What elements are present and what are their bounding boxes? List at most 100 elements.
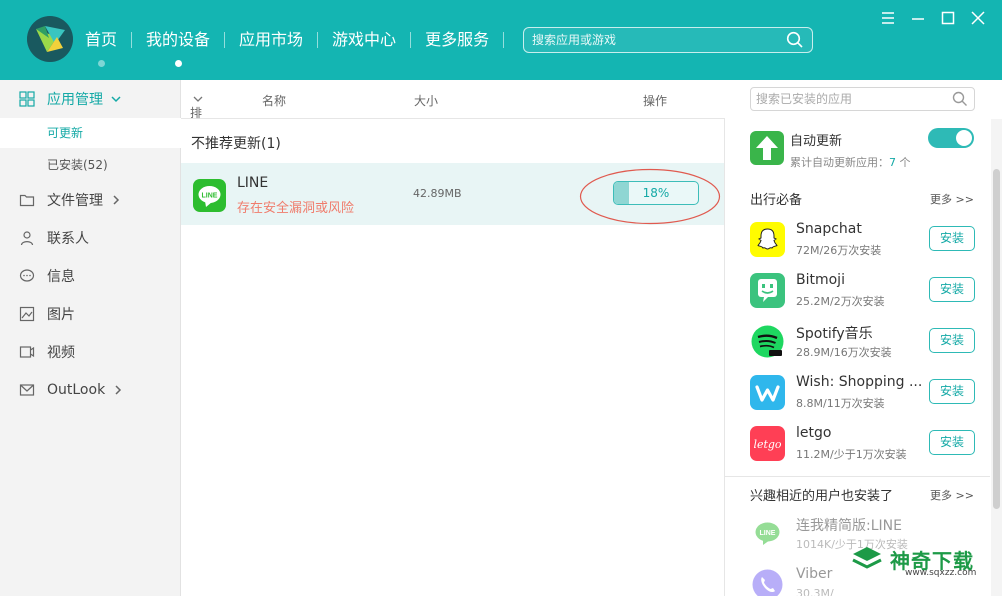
nav-divider — [410, 32, 412, 48]
global-search-input[interactable] — [532, 31, 782, 49]
installed-search-box — [750, 87, 975, 111]
auto-update-toggle[interactable] — [928, 128, 974, 148]
nav-divider — [131, 32, 133, 48]
app-meta: 72M/26万次安装 — [796, 244, 882, 257]
video-icon — [19, 346, 35, 358]
app-meta: 30.3M/ — [796, 587, 834, 596]
app-name: LINE — [237, 175, 269, 191]
auto-update-prefix: 累计自动更新应用： — [790, 156, 889, 169]
app-name[interactable]: Spotify音乐 — [796, 323, 921, 343]
toggle-knob — [956, 130, 972, 146]
svg-text:LINE: LINE — [202, 193, 218, 200]
sidebar-item-label: 信息 — [47, 269, 75, 285]
sidebar-sub-label: 已安装(52) — [47, 158, 108, 172]
menu-icon[interactable] — [880, 10, 896, 26]
maximize-icon[interactable] — [940, 10, 956, 26]
list-item: Snapchat 72M/26万次安装 安装 — [725, 221, 990, 273]
bitmoji-icon — [750, 273, 785, 308]
app-meta: 28.9M/16万次安装 — [796, 346, 892, 359]
auto-update-count: 7 — [889, 156, 896, 169]
list-item: letgo letgo 11.2M/少于1万次安装 安装 — [725, 425, 990, 477]
app-meta: 25.2M/2万次安装 — [796, 295, 885, 308]
sidebar-item-file-manage[interactable]: 文件管理 — [0, 185, 181, 215]
panel-scrollbar[interactable] — [991, 119, 1002, 596]
group-title: 不推荐更新(1) — [191, 136, 281, 152]
sidebar-item-label: OutLook — [47, 382, 106, 398]
sidebar-sub-label: 可更新 — [47, 126, 84, 140]
svg-text:LINE: LINE — [760, 530, 776, 537]
list-item: Wish: Shopping ... 8.8M/11万次安装 安装 — [725, 374, 990, 426]
install-button[interactable]: 安装 — [929, 430, 975, 455]
sidebar-item-app-manage[interactable]: 应用管理 — [0, 84, 181, 114]
section-divider — [725, 476, 990, 477]
nav-divider — [224, 32, 226, 48]
sort-dropdown[interactable]: 排序 — [190, 92, 203, 137]
sidebar-item-messages[interactable]: 信息 — [0, 261, 181, 291]
svg-text:letgo: letgo — [753, 438, 781, 451]
nav-indicator — [97, 60, 105, 67]
line-app-icon: LINE — [193, 179, 226, 212]
app-window: 首页 我的设备 应用市场 游戏中心 更多服务 应用管理 可更新 已安装(52) — [0, 0, 1002, 596]
install-button[interactable]: 安装 — [929, 277, 975, 302]
install-button[interactable]: 安装 — [929, 226, 975, 251]
nav-my-device[interactable]: 我的设备 — [146, 28, 210, 67]
app-name[interactable]: Bitmoji — [796, 272, 921, 288]
sidebar-sub-updatable[interactable]: 可更新 — [0, 118, 181, 148]
install-button[interactable]: 安装 — [929, 379, 975, 404]
nav-game-center[interactable]: 游戏中心 — [332, 28, 396, 52]
nav-app-market[interactable]: 应用市场 — [239, 28, 303, 52]
nav-label: 更多服务 — [425, 30, 490, 49]
minimize-icon[interactable] — [910, 10, 926, 26]
app-name[interactable]: 连我精简版:LINE — [796, 515, 921, 535]
sidebar-item-label: 文件管理 — [47, 193, 103, 209]
app-logo[interactable] — [27, 16, 73, 62]
sidebar-item-label: 联系人 — [47, 231, 89, 247]
section-title-similar: 兴趣相近的用户也安装了 — [750, 489, 894, 504]
sidebar-item-contacts[interactable]: 联系人 — [0, 223, 181, 253]
global-search-box — [523, 27, 813, 53]
app-name[interactable]: letgo — [796, 425, 921, 441]
column-size[interactable]: 大小 — [414, 92, 438, 109]
chevron-right-icon — [115, 385, 122, 395]
list-item: Bitmoji 25.2M/2万次安装 安装 — [725, 272, 990, 324]
section-title-travel: 出行必备 — [750, 193, 803, 208]
search-icon[interactable] — [786, 31, 804, 49]
sidebar-sub-installed[interactable]: 已安装(52) — [0, 150, 181, 180]
progress-text: 18% — [642, 186, 670, 200]
letgo-icon: letgo — [750, 426, 785, 461]
app-meta: 8.8M/11万次安装 — [796, 397, 885, 410]
spotify-icon — [750, 324, 785, 359]
sidebar-item-label: 应用管理 — [47, 92, 103, 108]
more-link-travel[interactable]: 更多 >> — [930, 191, 974, 207]
app-name[interactable]: Snapchat — [796, 221, 921, 237]
table-row[interactable]: LINE LINE 存在安全漏洞或风险 42.89MB 18% — [181, 163, 724, 225]
nav-home[interactable]: 首页 — [85, 28, 118, 67]
column-name[interactable]: 名称 — [262, 92, 286, 109]
auto-update-icon — [750, 131, 784, 165]
more-link-similar[interactable]: 更多 >> — [930, 487, 974, 503]
left-sidebar: 应用管理 可更新 已安装(52) 文件管理 联系人 信息 图片 视频 OutLo… — [0, 80, 181, 596]
update-progress-bar[interactable]: 18% — [613, 181, 699, 205]
wish-icon — [750, 375, 785, 410]
folder-icon — [19, 194, 35, 207]
nav-more-services[interactable]: 更多服务 — [425, 28, 489, 52]
close-icon[interactable] — [970, 10, 986, 26]
column-action: 操作 — [643, 94, 668, 108]
sidebar-item-outlook[interactable]: OutLook — [0, 375, 181, 405]
scrollbar-thumb[interactable] — [993, 169, 1000, 509]
app-size: 42.89MB — [413, 187, 462, 200]
security-warning: 存在安全漏洞或风险 — [237, 201, 355, 216]
nav-label: 首页 — [85, 30, 118, 49]
search-icon[interactable] — [952, 91, 968, 107]
grid-icon — [19, 91, 35, 107]
nav-label: 应用市场 — [239, 30, 304, 49]
app-name[interactable]: Wish: Shopping ... — [796, 374, 921, 390]
installed-search-input[interactable] — [756, 91, 946, 107]
auto-update-summary: 累计自动更新应用：7 个 — [790, 154, 911, 170]
nav-divider — [503, 32, 505, 48]
nav-divider — [317, 32, 319, 48]
nav-label: 游戏中心 — [332, 30, 397, 49]
sidebar-item-videos[interactable]: 视频 — [0, 337, 181, 367]
install-button[interactable]: 安装 — [929, 328, 975, 353]
sidebar-item-pictures[interactable]: 图片 — [0, 299, 181, 329]
